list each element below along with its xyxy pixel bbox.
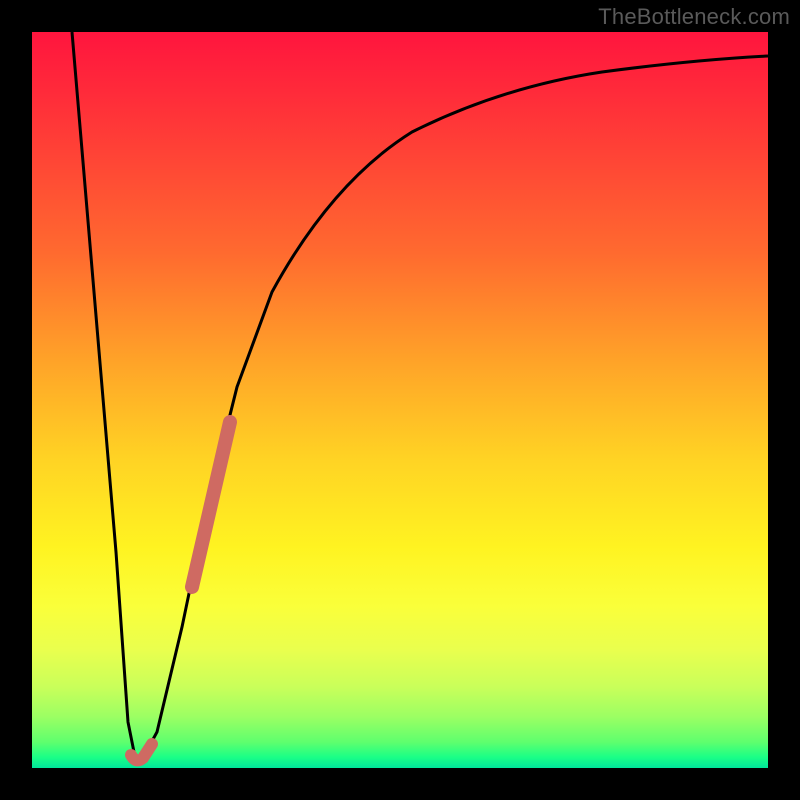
plot-area xyxy=(32,32,768,768)
bottleneck-curve xyxy=(72,32,768,758)
chart-frame: TheBottleneck.com xyxy=(0,0,800,800)
curve-layer xyxy=(32,32,768,768)
watermark-text: TheBottleneck.com xyxy=(598,4,790,30)
rising-marker xyxy=(192,422,230,587)
